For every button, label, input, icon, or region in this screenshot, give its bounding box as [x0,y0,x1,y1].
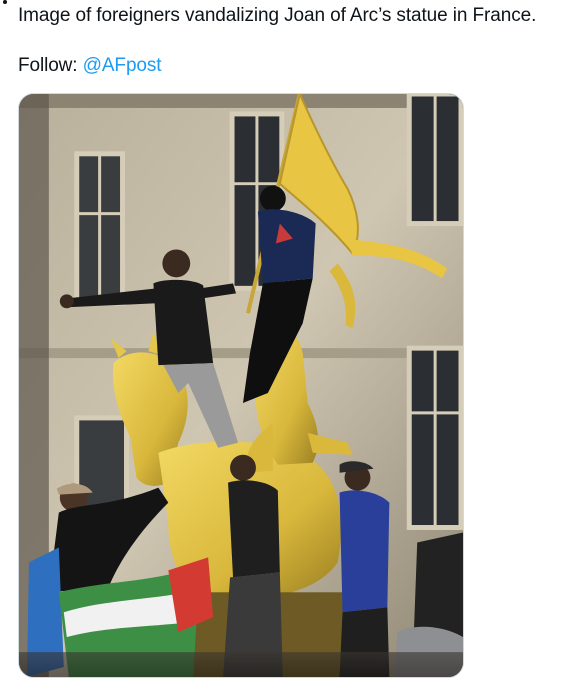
tweet-text: Image of foreigners vandalizing Joan of … [18,4,564,78]
ground-shadow [19,652,463,677]
photo-illustration [19,94,463,677]
mention-link[interactable]: @AFpost [83,55,162,76]
tweet[interactable]: Image of foreigners vandalizing Joan of … [0,0,568,687]
follow-line: Follow: @AFpost [18,54,564,78]
tweet-photo[interactable] [18,93,464,678]
paragraph-break [18,28,564,54]
thread-indicator-dot [3,0,7,4]
tweet-text-line: Image of foreigners vandalizing Joan of … [18,5,537,26]
follow-label: Follow: [18,55,78,76]
ledge [19,348,463,359]
cornice [19,94,463,108]
